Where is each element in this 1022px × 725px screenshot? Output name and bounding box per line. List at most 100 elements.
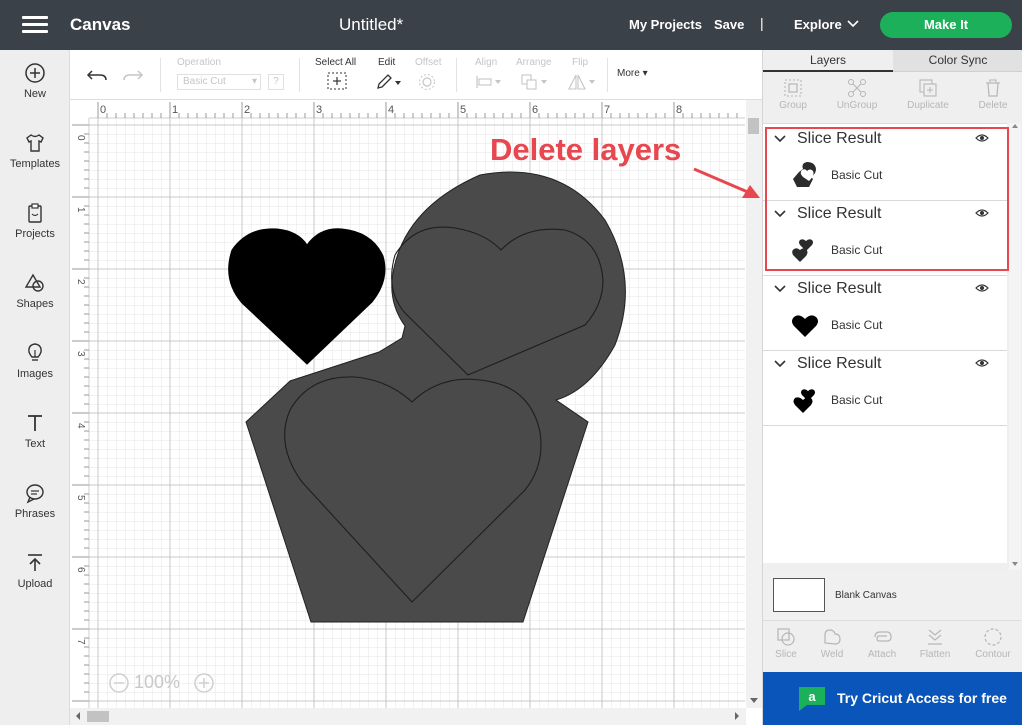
annotation-highlight-box [765, 127, 1009, 271]
nav-phrases[interactable]: Phrases [0, 482, 70, 520]
ruler-left-label: 3 [75, 351, 86, 357]
cricut-access-banner[interactable]: a Try Cricut Access for free [763, 672, 1022, 725]
speech-bubble-icon [26, 484, 44, 504]
chevron-down-icon[interactable] [773, 357, 787, 371]
make-it-button[interactable]: Make It [880, 12, 1012, 38]
flip-icon [568, 74, 595, 90]
arrange-label: Arrange [516, 57, 552, 68]
toolbar-divider [456, 58, 457, 92]
arrange-icon [521, 74, 547, 90]
ungroup-label: UnGroup [836, 100, 878, 111]
blank-canvas-row[interactable]: Blank Canvas [763, 570, 1021, 620]
attach-label: Attach [867, 649, 897, 660]
nav-label-images: Images [16, 368, 54, 380]
nav-text[interactable]: Text [0, 412, 70, 450]
horizontal-scroll-thumb[interactable] [87, 711, 109, 722]
offset-label: Offset [415, 57, 442, 68]
delete-button[interactable]: Delete [963, 78, 1022, 111]
duplicate-label: Duplicate [907, 100, 949, 111]
nav-images[interactable]: Images [0, 342, 70, 380]
scroll-arrows [1012, 124, 1018, 566]
toolbar-divider [160, 58, 161, 92]
nav-label-new: New [23, 88, 46, 100]
ruler-top-label: 1 [172, 104, 178, 116]
eye-icon[interactable] [975, 358, 989, 368]
cricut-access-logo-icon: a [799, 687, 825, 711]
tab-layers[interactable]: Layers [763, 50, 893, 72]
undo-icon[interactable] [86, 67, 108, 83]
stacked-hearts-thumb-icon [793, 389, 815, 413]
chevron-down-icon[interactable] [846, 17, 860, 31]
ruler-left-label: 6 [75, 567, 86, 573]
nav-label-templates: Templates [9, 158, 61, 170]
eye-icon[interactable] [975, 283, 989, 293]
weld-icon [824, 629, 841, 645]
left-navigation: New Templates Projects Shapes Images Tex… [0, 50, 70, 725]
design-canvas[interactable]: 012345678 012345678 100% [70, 100, 762, 725]
weld-button[interactable]: Weld [805, 627, 859, 660]
operation-select[interactable]: Basic Cut ▾ [177, 74, 261, 90]
ruler-left-label: 0 [75, 135, 86, 141]
operation-help-button[interactable]: ? [268, 74, 284, 90]
scroll-up-arrow-icon[interactable] [1012, 124, 1018, 128]
ruler-top-label: 3 [316, 104, 322, 116]
more-button[interactable]: More ▾ [617, 68, 648, 79]
layer-title: Slice Result [797, 355, 882, 372]
nav-shapes[interactable]: Shapes [0, 272, 70, 310]
canvas-drawing[interactable]: 012345678 012345678 [70, 100, 762, 725]
ruler-top-label: 0 [100, 104, 106, 116]
group-label: Group [779, 100, 807, 111]
topbar-separator: | [760, 15, 764, 31]
text-icon [28, 415, 42, 431]
contour-button[interactable]: Contour [966, 627, 1020, 660]
vertical-scroll-thumb[interactable] [748, 118, 759, 134]
layer-operation: Basic Cut [831, 318, 883, 332]
ruler-top-label: 2 [244, 104, 250, 116]
contour-icon [984, 628, 1002, 646]
svg-text:a: a [808, 689, 816, 704]
lightbulb-icon [28, 343, 42, 361]
layers-scrollbar[interactable] [1009, 123, 1021, 571]
nav-label-shapes: Shapes [16, 298, 54, 310]
ungroup-button[interactable]: UnGroup [827, 78, 887, 111]
layer-title: Slice Result [797, 280, 882, 297]
ruler-top-label: 6 [532, 104, 538, 116]
app-title: Canvas [70, 15, 131, 34]
ruler-left-label: 1 [75, 207, 86, 213]
nav-upload[interactable]: Upload [0, 552, 70, 590]
redo-icon[interactable] [122, 67, 144, 83]
layer-operation: Basic Cut [831, 393, 883, 407]
nav-new[interactable]: New [0, 62, 70, 100]
toolbar-divider [299, 58, 300, 92]
flatten-button[interactable]: Flatten [908, 627, 962, 660]
nav-templates[interactable]: Templates [0, 132, 70, 170]
horizontal-scrollbar[interactable] [70, 708, 746, 725]
delete-label: Delete [978, 100, 1008, 111]
save-button[interactable]: Save [714, 17, 744, 32]
chevron-down-icon[interactable] [773, 282, 787, 296]
zoom-level: 100% [134, 672, 181, 692]
my-projects-link[interactable]: My Projects [629, 17, 702, 32]
pencil-icon[interactable] [375, 74, 403, 90]
trash-icon [986, 79, 1000, 97]
select-all-icon[interactable] [327, 72, 347, 90]
attach-button[interactable]: Attach [855, 627, 909, 660]
duplicate-icon [919, 79, 937, 97]
scroll-down-arrow-icon[interactable] [1012, 562, 1018, 566]
hamburger-menu-icon[interactable] [22, 16, 48, 34]
layer-group[interactable]: Slice Result Basic Cut [763, 276, 1007, 351]
explore-menu[interactable]: Explore [794, 17, 842, 32]
duplicate-button[interactable]: Duplicate [897, 78, 959, 111]
group-button[interactable]: Group [763, 78, 823, 111]
offset-icon [419, 74, 435, 90]
slice-label: Slice [775, 649, 797, 660]
layer-group[interactable]: Slice Result Basic Cut [763, 351, 1007, 426]
plus-circle-icon [25, 63, 45, 83]
tab-color-sync[interactable]: Color Sync [893, 50, 1022, 72]
ungroup-icon [848, 79, 866, 97]
ruler-left-label: 2 [75, 279, 86, 285]
edit-toolbar: Operation Basic Cut ▾ ? Select All Edit … [70, 50, 762, 100]
nav-projects[interactable]: Projects [0, 202, 70, 240]
document-title[interactable]: Untitled* [339, 15, 403, 35]
canvas-color-swatch[interactable] [773, 578, 825, 612]
